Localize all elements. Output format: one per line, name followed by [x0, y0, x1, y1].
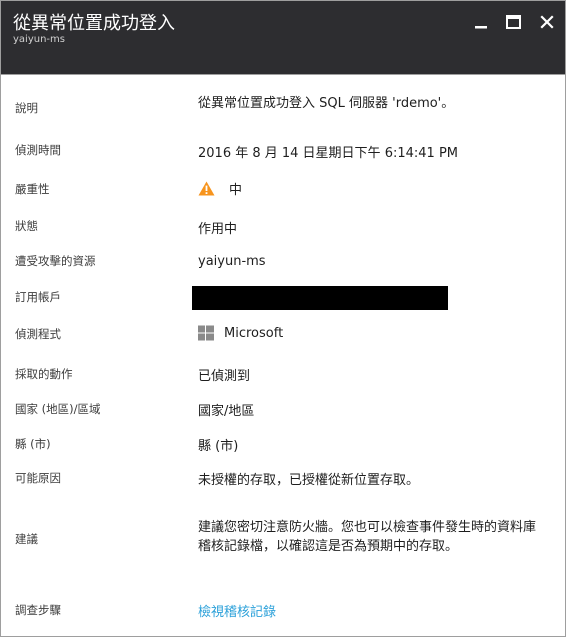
blade-header: 從異常位置成功登入 yaiyun-ms — [1, 1, 565, 75]
recommendation-value: 建議您密切注意防火牆。您也可以檢查事件發生時的資料庫稽核記錄檔，以確認這是否為預… — [198, 520, 537, 554]
county-value: 縣 (市) — [198, 439, 239, 454]
subscription-redacted-value — [192, 286, 448, 310]
recommendation-label: 建議 — [15, 532, 38, 546]
detected-by-text: Microsoft — [224, 325, 284, 341]
detected-by-value: Microsoft — [198, 325, 283, 341]
detected-time-value: 2016 年 8 月 14 日星期日下午 6:14:41 PM — [198, 146, 458, 161]
minimize-icon — [475, 26, 487, 29]
close-icon — [540, 15, 554, 29]
country-value: 國家/地區 — [198, 404, 255, 419]
severity-text: 中 — [229, 183, 243, 198]
detected-time-label: 偵測時間 — [15, 143, 61, 157]
description-value: 從異常位置成功登入 SQL 伺服器 'rdemo'。 — [198, 96, 455, 111]
severity-value: 中 — [198, 179, 242, 198]
possible-cause-label: 可能原因 — [15, 471, 61, 485]
maximize-button[interactable] — [504, 13, 522, 31]
attacked-resource-label: 遭受攻擊的資源 — [15, 254, 96, 268]
county-label: 縣 (市) — [15, 437, 51, 451]
blade-subtitle: yaiyun-ms — [13, 34, 65, 45]
view-audit-log-link[interactable]: 檢視稽核記錄 — [198, 601, 276, 620]
action-taken-label: 採取的動作 — [15, 367, 73, 381]
alert-details-blade: 從異常位置成功登入 yaiyun-ms 說明 從異常位置成功登入 SQL 伺服器… — [0, 0, 566, 637]
maximize-icon — [505, 15, 521, 29]
status-value: 作用中 — [198, 222, 238, 237]
warning-icon — [198, 181, 215, 196]
subscription-label: 訂用帳戶 — [15, 290, 61, 304]
severity-label: 嚴重性 — [15, 182, 50, 196]
possible-cause-value: 未授權的存取，已授權從新位置存取。 — [198, 473, 420, 488]
action-taken-value: 已偵測到 — [198, 369, 251, 384]
windows-logo-icon — [198, 325, 214, 341]
investigation-label: 調查步驟 — [15, 603, 61, 617]
close-button[interactable] — [538, 13, 556, 31]
attacked-resource-value: yaiyun-ms — [198, 254, 266, 269]
detected-by-label: 偵測程式 — [15, 327, 61, 341]
blade-title: 從異常位置成功登入 — [13, 13, 175, 34]
description-label: 說明 — [15, 101, 38, 115]
status-label: 狀態 — [15, 219, 38, 233]
minimize-button[interactable] — [472, 13, 490, 31]
country-label: 國家 (地區)/區域 — [15, 402, 101, 416]
